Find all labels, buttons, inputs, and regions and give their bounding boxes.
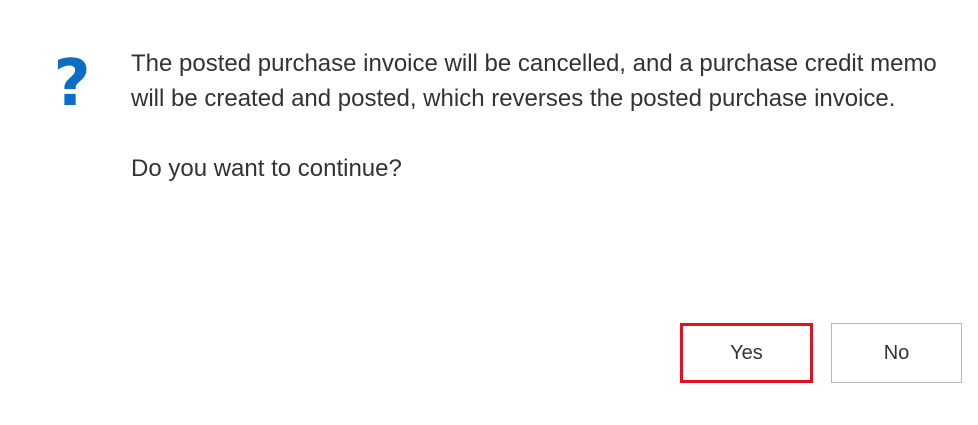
- yes-button[interactable]: Yes: [680, 323, 813, 383]
- message-text: The posted purchase invoice will be canc…: [131, 50, 937, 112]
- question-mark-icon: ?: [53, 47, 91, 121]
- confirmation-question: Do you want to continue?: [131, 155, 402, 182]
- confirmation-dialog: ? The posted purchase invoice will be ca…: [0, 0, 978, 425]
- dialog-message: The posted purchase invoice will be canc…: [131, 46, 943, 186]
- no-button[interactable]: No: [831, 323, 962, 383]
